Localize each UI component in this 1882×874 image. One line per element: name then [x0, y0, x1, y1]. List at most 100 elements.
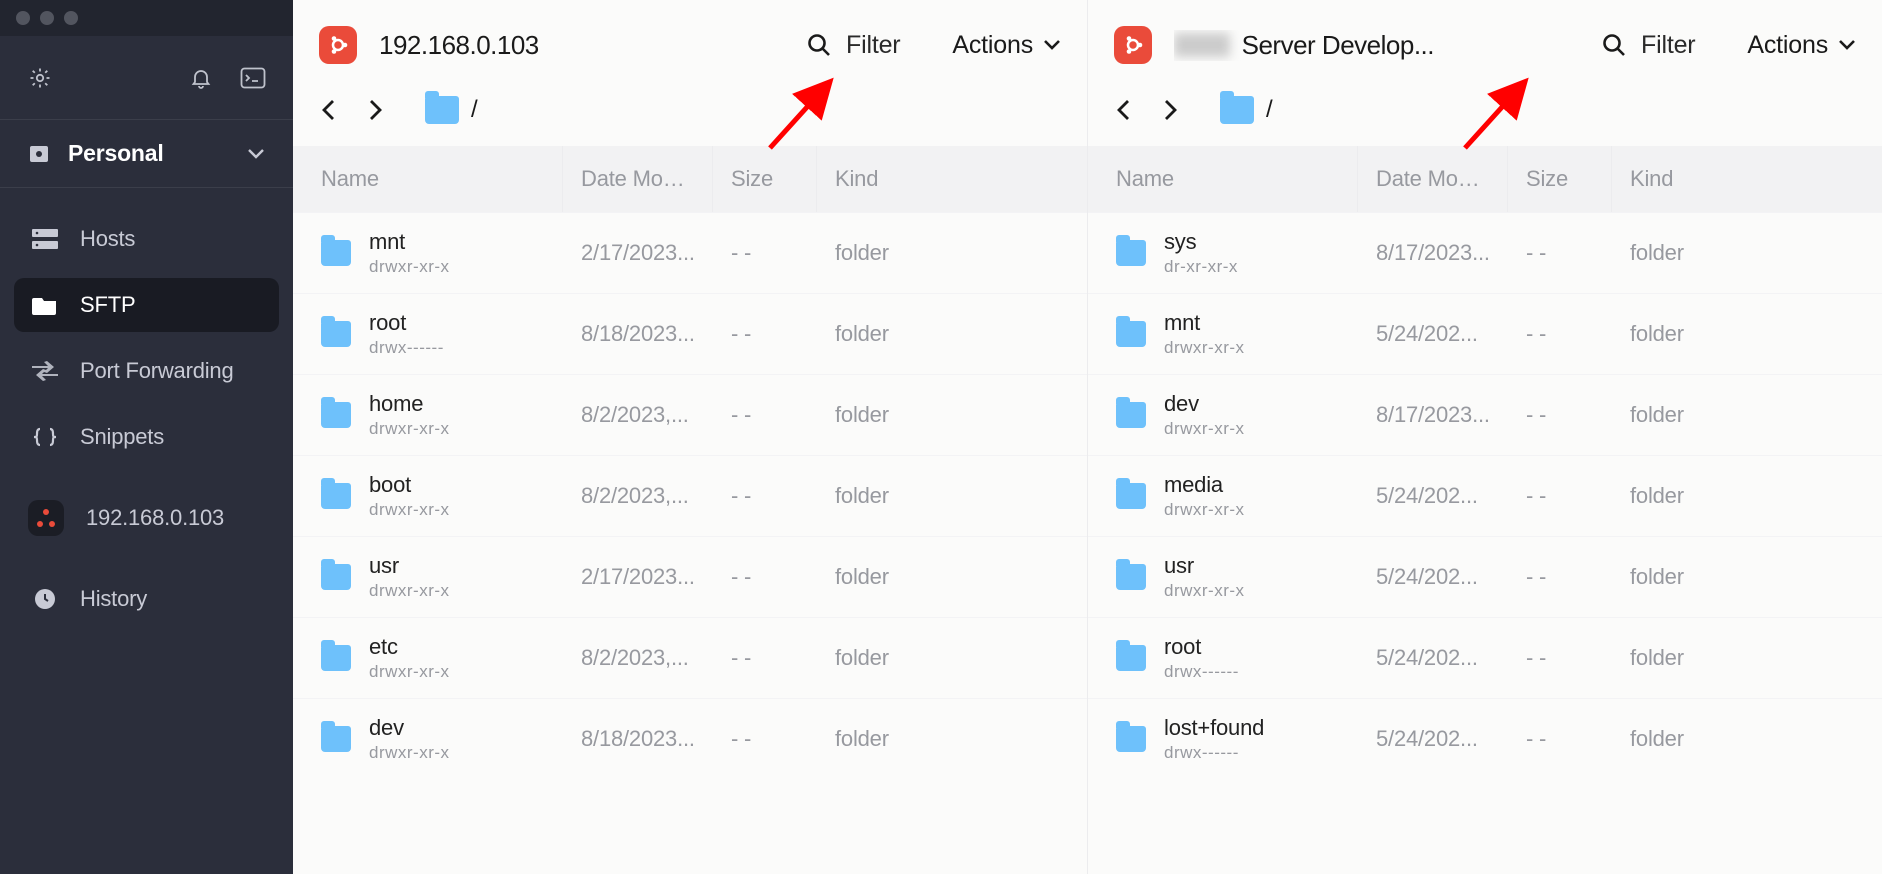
folder-icon: [1116, 402, 1146, 428]
path-display[interactable]: /: [1220, 96, 1272, 124]
file-row[interactable]: lost+found drwx------ 5/24/202... - - fo…: [1088, 698, 1882, 779]
file-date: 8/2/2023,...: [563, 629, 713, 687]
nav-back-button[interactable]: [321, 99, 335, 121]
file-row[interactable]: dev drwxr-xr-x 8/18/2023... - - folder: [293, 698, 1087, 779]
file-date: 2/17/2023...: [563, 224, 713, 282]
nav-forward-button[interactable]: [369, 99, 383, 121]
sidebar-item-label: Snippets: [80, 424, 164, 450]
traffic-light-zoom[interactable]: [64, 11, 78, 25]
file-row[interactable]: dev drwxr-xr-x 8/17/2023... - - folder: [1088, 374, 1882, 455]
left-pane: 192.168.0.103 Filter Actions / Name Date…: [293, 0, 1087, 874]
file-kind: folder: [817, 548, 1087, 606]
file-kind: folder: [817, 629, 1087, 687]
filter-label: Filter: [1641, 31, 1695, 60]
file-kind: folder: [1612, 386, 1882, 444]
settings-button[interactable]: [24, 62, 56, 94]
filter-button[interactable]: Filter: [806, 31, 900, 60]
column-header-name[interactable]: Name: [1088, 146, 1358, 212]
host-title-text: Server Develop...: [1242, 30, 1434, 61]
folder-icon: [321, 645, 351, 671]
gear-icon: [28, 66, 52, 90]
file-name: mnt: [1164, 310, 1245, 336]
traffic-light-minimize[interactable]: [40, 11, 54, 25]
file-permissions: drwx------: [369, 338, 444, 358]
file-name: lost+found: [1164, 715, 1264, 741]
sidebar-item-host-ip[interactable]: 192.168.0.103: [14, 486, 279, 550]
file-date: 8/17/2023...: [1358, 386, 1508, 444]
file-row[interactable]: root drwx------ 8/18/2023... - - folder: [293, 293, 1087, 374]
file-row[interactable]: usr drwxr-xr-x 5/24/202... - - folder: [1088, 536, 1882, 617]
vault-selector[interactable]: Personal: [0, 120, 293, 188]
chevron-right-icon: [1164, 99, 1178, 121]
traffic-light-close[interactable]: [16, 11, 30, 25]
file-date: 5/24/202...: [1358, 710, 1508, 768]
filter-button[interactable]: Filter: [1601, 31, 1695, 60]
notifications-button[interactable]: [185, 62, 217, 94]
sidebar-item-sftp[interactable]: SFTP: [14, 278, 279, 332]
file-row[interactable]: sys dr-xr-xr-x 8/17/2023... - - folder: [1088, 212, 1882, 293]
file-size: - -: [1508, 224, 1612, 282]
file-row[interactable]: usr drwxr-xr-x 2/17/2023... - - folder: [293, 536, 1087, 617]
column-header-date[interactable]: Date Modifi...: [1358, 146, 1508, 212]
file-row[interactable]: root drwx------ 5/24/202... - - folder: [1088, 617, 1882, 698]
path-nav-row: /: [293, 90, 1087, 146]
file-size: - -: [713, 629, 817, 687]
chevron-left-icon: [321, 99, 335, 121]
file-size: - -: [1508, 467, 1612, 525]
terminal-button[interactable]: [237, 62, 269, 94]
right-pane: xxxxServer Develop... Filter Actions / N…: [1087, 0, 1882, 874]
folder-icon: [321, 402, 351, 428]
sidebar-item-port-forwarding[interactable]: Port Forwarding: [14, 344, 279, 398]
sidebar-item-hosts[interactable]: Hosts: [14, 212, 279, 266]
file-date: 5/24/202...: [1358, 629, 1508, 687]
column-header-kind[interactable]: Kind: [817, 146, 1087, 212]
column-header-size[interactable]: Size: [713, 146, 817, 212]
path-text: /: [1266, 96, 1272, 124]
file-rows: mnt drwxr-xr-x 2/17/2023... - - folder r…: [293, 212, 1087, 874]
file-row[interactable]: media drwxr-xr-x 5/24/202... - - folder: [1088, 455, 1882, 536]
column-header-size[interactable]: Size: [1508, 146, 1612, 212]
actions-menu-button[interactable]: Actions: [1747, 31, 1856, 60]
column-header-kind[interactable]: Kind: [1612, 146, 1882, 212]
pane-header: xxxxServer Develop... Filter Actions: [1088, 0, 1882, 90]
nav-back-button[interactable]: [1116, 99, 1130, 121]
sidebar-nav: Hosts SFTP Port Forwarding Snippets 192.: [0, 188, 293, 650]
file-size: - -: [713, 467, 817, 525]
actions-menu-button[interactable]: Actions: [952, 31, 1061, 60]
file-row[interactable]: mnt drwxr-xr-x 5/24/202... - - folder: [1088, 293, 1882, 374]
folder-icon: [1116, 726, 1146, 752]
file-row[interactable]: home drwxr-xr-x 8/2/2023,... - - folder: [293, 374, 1087, 455]
file-kind: folder: [1612, 548, 1882, 606]
column-header-date[interactable]: Date Modifi...: [563, 146, 713, 212]
sidebar-utility-row: [0, 36, 293, 120]
file-row[interactable]: mnt drwxr-xr-x 2/17/2023... - - folder: [293, 212, 1087, 293]
history-icon: [32, 586, 58, 612]
pane-header: 192.168.0.103 Filter Actions: [293, 0, 1087, 90]
folder-icon: [1116, 645, 1146, 671]
sidebar-item-history[interactable]: History: [14, 572, 279, 626]
file-kind: folder: [1612, 467, 1882, 525]
file-kind: folder: [1612, 629, 1882, 687]
file-name: root: [369, 310, 444, 336]
file-kind: folder: [817, 386, 1087, 444]
file-rows: sys dr-xr-xr-x 8/17/2023... - - folder m…: [1088, 212, 1882, 874]
search-icon: [806, 32, 832, 58]
file-kind: folder: [1612, 710, 1882, 768]
actions-label: Actions: [1747, 31, 1828, 60]
nav-forward-button[interactable]: [1164, 99, 1178, 121]
file-row[interactable]: boot drwxr-xr-x 8/2/2023,... - - folder: [293, 455, 1087, 536]
sidebar: Personal Hosts SFTP Port Forwarding: [0, 0, 293, 874]
file-row[interactable]: etc drwxr-xr-x 8/2/2023,... - - folder: [293, 617, 1087, 698]
sidebar-item-label: Hosts: [80, 226, 135, 252]
sidebar-item-label: SFTP: [80, 292, 135, 318]
file-size: - -: [713, 386, 817, 444]
path-display[interactable]: /: [425, 96, 477, 124]
file-size: - -: [713, 710, 817, 768]
file-permissions: drwxr-xr-x: [369, 257, 450, 277]
file-permissions: drwxr-xr-x: [369, 419, 450, 439]
sidebar-item-snippets[interactable]: Snippets: [14, 410, 279, 464]
folder-icon: [1116, 240, 1146, 266]
file-name: etc: [369, 634, 450, 660]
file-date: 5/24/202...: [1358, 467, 1508, 525]
column-header-name[interactable]: Name: [293, 146, 563, 212]
